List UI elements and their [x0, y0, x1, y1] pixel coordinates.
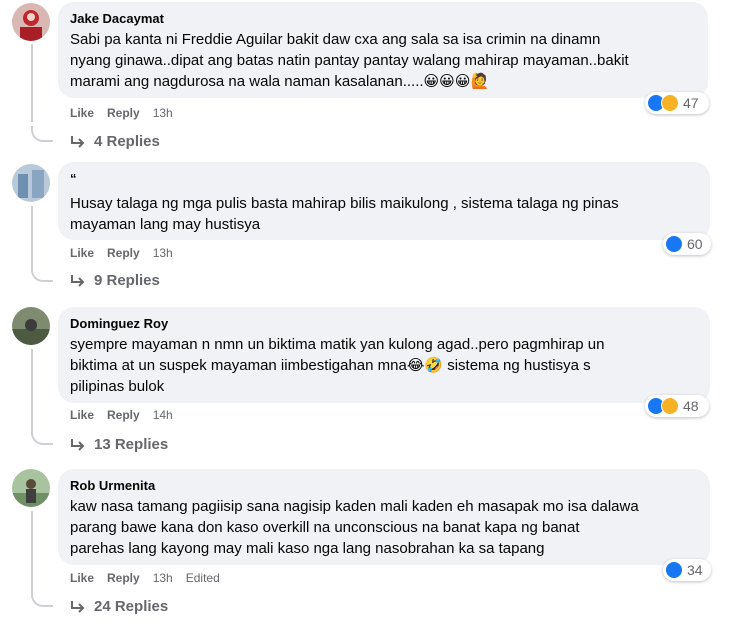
comment-bubble: Rob Urmenita kaw nasa tamang pagiisip sa… — [58, 469, 710, 565]
comment-actions: Like Reply 13h — [70, 106, 186, 120]
view-replies-button[interactable]: 4 Replies — [70, 133, 160, 150]
haha-icon — [661, 397, 679, 415]
reaction-summary[interactable]: 48 — [645, 395, 709, 417]
reply-arrow-icon — [71, 438, 85, 451]
thread-line — [31, 511, 33, 597]
reaction-count: 47 — [683, 95, 699, 111]
like-icon — [665, 235, 683, 253]
thread-line — [31, 206, 33, 272]
reaction-count: 48 — [683, 398, 699, 414]
view-replies-button[interactable]: 13 Replies — [70, 436, 168, 453]
reply-button[interactable]: Reply — [107, 571, 140, 585]
comment-bubble: Dominguez Roy syempre mayaman n nmn un b… — [58, 307, 710, 403]
replies-label: 13 Replies — [94, 436, 169, 453]
comment-bubble: Jake Dacaymat Sabi pa kanta ni Freddie A… — [58, 2, 708, 98]
comment-author[interactable]: Dominguez Roy — [70, 315, 698, 332]
haha-icon — [661, 94, 679, 112]
timestamp[interactable]: 13h — [153, 106, 173, 120]
like-button[interactable]: Like — [70, 408, 94, 422]
replies-label: 24 Replies — [94, 598, 169, 615]
timestamp[interactable]: 14h — [153, 408, 173, 422]
reply-button[interactable]: Reply — [107, 106, 140, 120]
thread-line — [31, 349, 33, 435]
thread-curve — [31, 266, 53, 282]
edited-label[interactable]: Edited — [186, 571, 220, 585]
comment-author[interactable]: Rob Urmenita — [70, 477, 698, 494]
thread-curve — [31, 429, 53, 445]
thread-curve — [31, 591, 53, 607]
reply-arrow-icon — [71, 135, 85, 148]
thread-curve — [31, 126, 53, 142]
comment-actions: Like Reply 13h — [70, 246, 186, 260]
like-button[interactable]: Like — [70, 246, 94, 260]
timestamp[interactable]: 13h — [153, 246, 173, 260]
comment-text: Husay talaga ng mga pulis basta mahirap … — [70, 195, 619, 233]
reaction-summary[interactable]: 60 — [663, 233, 711, 255]
like-button[interactable]: Like — [70, 571, 94, 585]
comment-author[interactable]: “ — [70, 170, 698, 187]
comment-text: Sabi pa kanta ni Freddie Aguilar bakit d… — [70, 31, 629, 90]
reaction-summary[interactable]: 34 — [663, 559, 711, 581]
reply-arrow-icon — [71, 274, 85, 287]
comment-actions: Like Reply 13h Edited — [70, 571, 233, 585]
avatar[interactable] — [12, 469, 50, 507]
view-replies-button[interactable]: 24 Replies — [70, 598, 168, 615]
like-icon — [665, 561, 683, 579]
avatar[interactable] — [12, 164, 50, 202]
comment-bubble: “ Husay talaga ng mga pulis basta mahira… — [58, 162, 710, 240]
reaction-count: 34 — [687, 562, 703, 578]
reaction-summary[interactable]: 47 — [645, 92, 709, 114]
comment-author[interactable]: Jake Dacaymat — [70, 10, 696, 27]
avatar[interactable] — [12, 307, 50, 345]
thread-line — [31, 44, 33, 122]
timestamp[interactable]: 13h — [153, 571, 173, 585]
view-replies-button[interactable]: 9 Replies — [70, 272, 160, 289]
comment-text: kaw nasa tamang pagiisip sana nagisip ka… — [70, 498, 639, 557]
avatar[interactable] — [12, 3, 50, 41]
reply-arrow-icon — [71, 600, 85, 613]
like-button[interactable]: Like — [70, 106, 94, 120]
comment-actions: Like Reply 14h — [70, 408, 186, 422]
reaction-count: 60 — [687, 236, 703, 252]
replies-label: 9 Replies — [94, 272, 160, 289]
reply-button[interactable]: Reply — [107, 408, 140, 422]
replies-label: 4 Replies — [94, 133, 160, 150]
comment-text: syempre mayaman n nmn un biktima matik y… — [70, 336, 605, 395]
reply-button[interactable]: Reply — [107, 246, 140, 260]
